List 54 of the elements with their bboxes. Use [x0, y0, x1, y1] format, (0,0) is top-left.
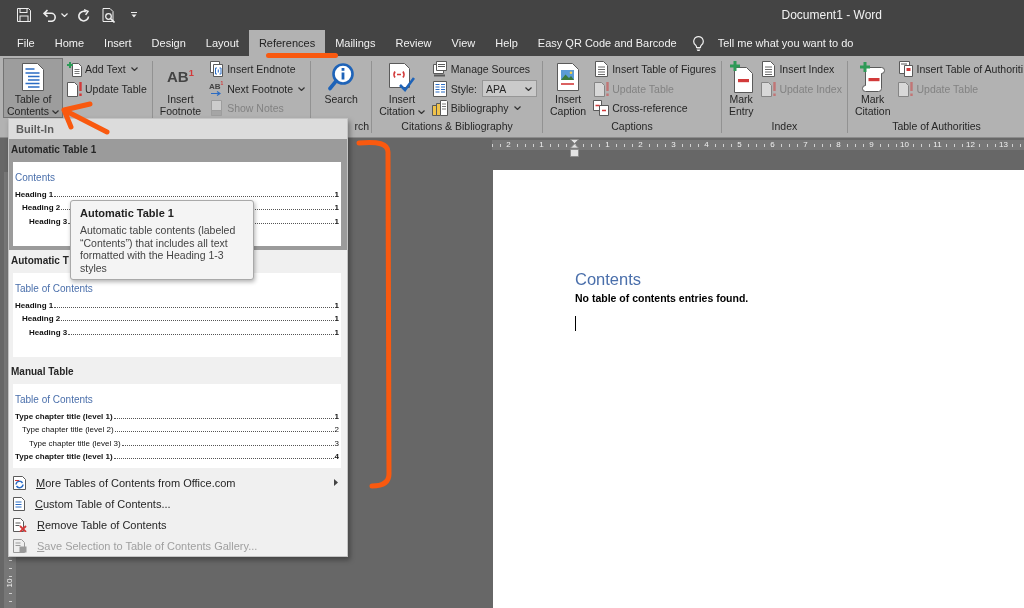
- toc-entry: Heading 3: [29, 327, 68, 337]
- toc-entry: Type chapter title (level 3): [29, 438, 121, 448]
- ruler-number: 10: [5, 577, 15, 589]
- ruler-number: 8: [835, 140, 842, 150]
- footnote-glyph: AB$^{1}$: [167, 69, 194, 85]
- toc-entry: Heading 3: [29, 216, 68, 226]
- ruler-number: 10: [899, 140, 910, 150]
- ruler-number: 4: [703, 140, 710, 150]
- page-number: 1: [334, 411, 339, 421]
- ruler-number: 1: [604, 140, 611, 150]
- group-label: Citations & Bibliography: [401, 119, 513, 134]
- page-number: 1: [334, 216, 339, 226]
- gallery-header: Built-In: [9, 119, 347, 139]
- group-label: Table of Authorities: [892, 119, 981, 134]
- gallery-item-title: Automatic Table 1: [11, 143, 97, 157]
- ruler-number: 11: [932, 140, 943, 150]
- document-text: No table of contents entries found.: [575, 292, 749, 304]
- toc-entry: Heading 2: [22, 314, 61, 323]
- page-number: 3: [334, 438, 339, 448]
- ruler-number: 2: [637, 140, 644, 150]
- page-number: 1: [334, 300, 339, 310]
- gallery-item-title: Automatic T: [11, 254, 69, 268]
- ruler-number: 13: [998, 140, 1009, 150]
- ruler-number: 2: [505, 140, 512, 150]
- ruler-number: 5: [736, 140, 743, 150]
- ruler-number: 6: [769, 140, 776, 150]
- page-number: 1: [334, 327, 339, 337]
- gallery-item-title: Manual Table: [11, 365, 74, 379]
- ruler-number: 3: [670, 140, 677, 150]
- page-number: 2: [334, 425, 339, 434]
- toc-entry: Type chapter title (level 1): [15, 411, 113, 421]
- document-heading: Contents: [575, 269, 642, 289]
- toc-entry: Heading 2: [22, 203, 61, 212]
- preview-heading: Table of Contents: [15, 283, 93, 295]
- group-label: Index: [771, 119, 798, 134]
- toc-entry: Heading 1: [15, 189, 54, 199]
- window-title: Document1 - Word: [781, 8, 882, 22]
- page-number: 1: [334, 314, 339, 323]
- preview-heading: Table of Contents: [15, 394, 93, 406]
- toc-entry: Heading 1: [15, 300, 54, 310]
- group-label: rch: [354, 119, 370, 134]
- preview-heading: Contents: [15, 172, 56, 184]
- ruler-number: 7: [802, 140, 809, 150]
- ruler-number: 9: [868, 140, 875, 150]
- ruler-number: 1: [538, 140, 545, 150]
- page-number: 1: [334, 203, 339, 212]
- group-label: Captions: [611, 119, 653, 134]
- ruler-number: 12: [965, 140, 976, 150]
- style-label: Style:: [450, 82, 477, 95]
- toc-entry: Type chapter title (level 2): [22, 425, 114, 434]
- page-number: 1: [334, 189, 339, 199]
- page-number: 4: [334, 452, 339, 461]
- tooltip-title: Automatic Table 1: [80, 206, 174, 220]
- toc-entry: Type chapter title (level 1): [15, 452, 113, 461]
